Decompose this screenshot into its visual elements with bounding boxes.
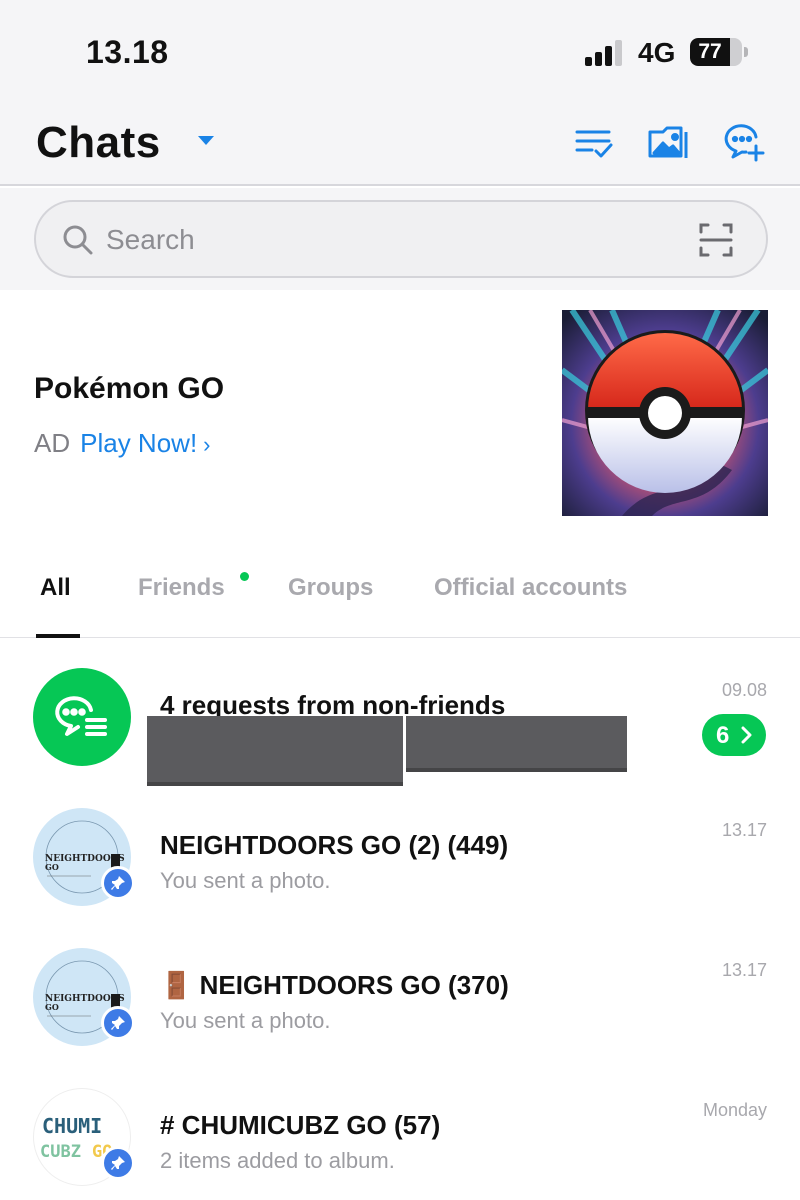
status-bar: 13.18 4G 77 bbox=[0, 0, 800, 100]
pinned-icon bbox=[101, 1146, 135, 1180]
network-type: 4G bbox=[638, 37, 676, 68]
chat-time: 13.17 bbox=[721, 960, 767, 980]
search-icon bbox=[63, 225, 93, 255]
svg-text:CHUMI: CHUMI bbox=[42, 1114, 102, 1138]
active-tab-indicator bbox=[36, 634, 80, 638]
chevron-down-icon[interactable] bbox=[198, 136, 214, 145]
pinned-icon bbox=[101, 866, 135, 900]
unread-count: 6 bbox=[716, 722, 730, 749]
qr-scan-icon[interactable] bbox=[698, 222, 734, 258]
chat-row[interactable]: CHUMI CUBZ GO # CHUMICUBZ GO (57) 2 item… bbox=[0, 1078, 800, 1200]
photo-album-icon[interactable] bbox=[646, 120, 690, 164]
tab-all[interactable]: All bbox=[40, 574, 71, 602]
status-time: 13.18 bbox=[86, 34, 169, 70]
svg-text:GO: GO bbox=[45, 1002, 59, 1012]
ad-cta-link[interactable]: Play Now! bbox=[80, 428, 197, 458]
chat-last-message: You sent a photo. bbox=[160, 1008, 331, 1033]
chat-last-message: You sent a photo. bbox=[160, 868, 331, 893]
chat-name: 🚪 NEIGHTDOORS GO (370) bbox=[160, 970, 509, 1000]
pinned-icon bbox=[101, 1006, 135, 1040]
chevron-right-icon: › bbox=[203, 432, 211, 457]
chevron-right-icon bbox=[741, 726, 752, 744]
battery-tip bbox=[744, 47, 748, 57]
search-placeholder: Search bbox=[106, 224, 195, 255]
signal-icon bbox=[585, 40, 627, 66]
redacted-preview bbox=[406, 716, 627, 772]
chat-name: NEIGHTDOORS GO (2) (449) bbox=[160, 830, 509, 860]
battery-percent: 77 bbox=[698, 40, 722, 63]
chat-row[interactable]: NEIGHTDOORS GO 🚪 NEIGHTDOORS GO (370) Yo… bbox=[0, 938, 800, 1078]
unread-badge[interactable]: 6 bbox=[702, 714, 766, 756]
chats-header: Chats bbox=[0, 100, 800, 186]
tab-groups[interactable]: Groups bbox=[288, 574, 373, 602]
ad-cta-row[interactable]: AD Play Now! › bbox=[34, 428, 211, 459]
new-indicator-dot bbox=[240, 572, 249, 581]
svg-text:CUBZ: CUBZ bbox=[40, 1142, 81, 1162]
chat-row[interactable]: NEIGHTDOORS GO NEIGHTDOORS GO (2) (449) … bbox=[0, 798, 800, 938]
chat-filter-tabs: All Friends Groups Official accounts bbox=[0, 550, 800, 638]
chat-time: 09.08 bbox=[721, 680, 767, 700]
chat-time: Monday bbox=[702, 1100, 767, 1120]
ad-title[interactable]: Pokémon GO bbox=[34, 372, 224, 406]
battery-icon: 77 bbox=[690, 38, 742, 66]
new-chat-icon[interactable] bbox=[722, 120, 766, 164]
ad-banner[interactable]: Pokémon GO AD Play Now! › bbox=[0, 290, 800, 530]
search-area: Search bbox=[0, 188, 800, 290]
chat-row-requests[interactable]: 4 requests from non-friends 09.08 6 bbox=[0, 658, 800, 798]
redacted-preview bbox=[147, 716, 403, 786]
chat-name: # CHUMICUBZ GO (57) bbox=[160, 1110, 441, 1140]
chat-last-message: 2 items added to album. bbox=[160, 1148, 395, 1173]
ad-tag: AD bbox=[34, 428, 71, 458]
ad-image[interactable]: i bbox=[562, 310, 768, 516]
svg-text:GO: GO bbox=[45, 862, 59, 872]
page-title[interactable]: Chats bbox=[36, 118, 161, 168]
message-requests-icon bbox=[33, 668, 131, 766]
tab-friends[interactable]: Friends bbox=[138, 574, 225, 602]
chat-time: 13.17 bbox=[721, 820, 767, 840]
tab-official-accounts[interactable]: Official accounts bbox=[434, 574, 627, 602]
search-input[interactable]: Search bbox=[34, 200, 768, 278]
edit-list-icon[interactable] bbox=[572, 120, 616, 164]
